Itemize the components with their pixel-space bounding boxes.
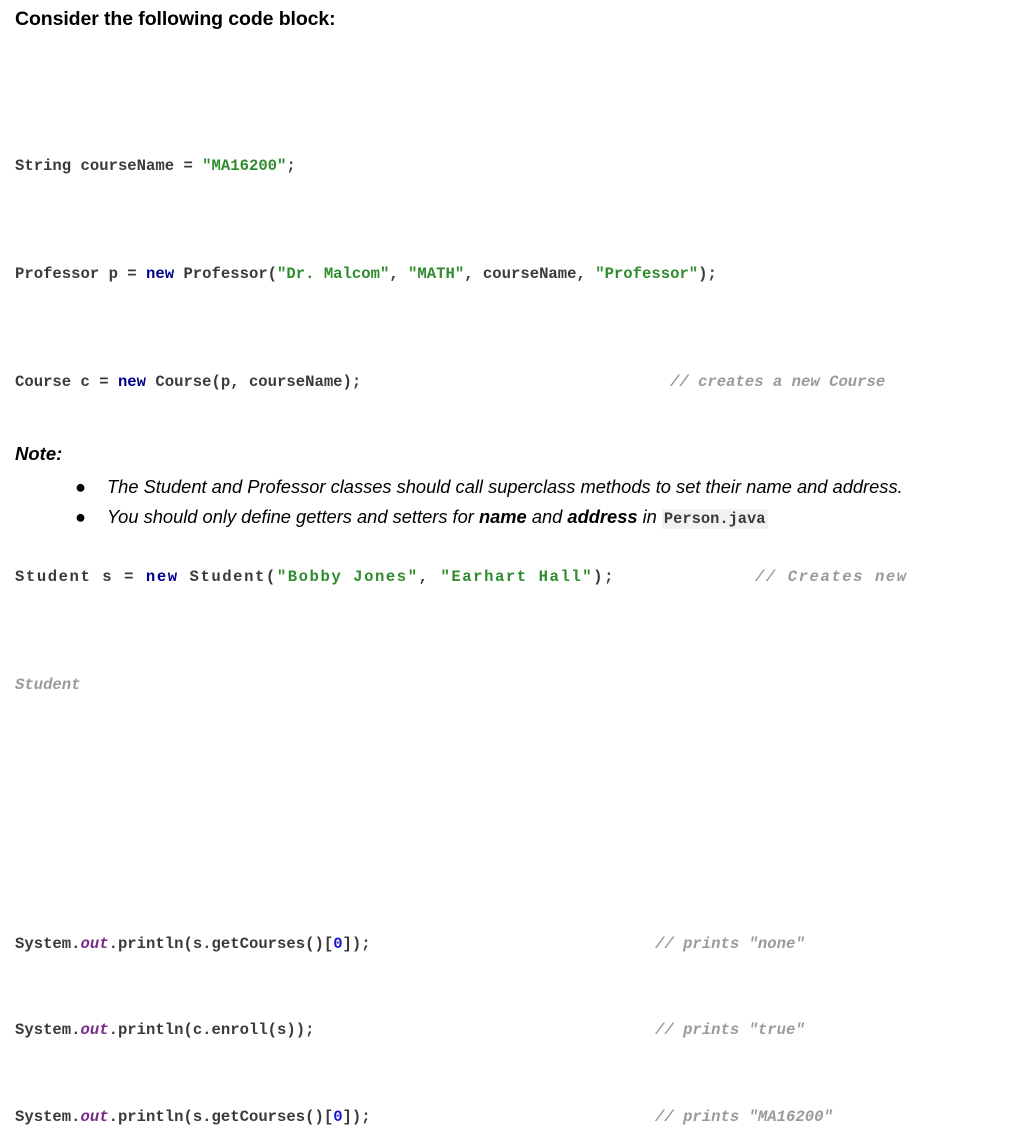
code-token-a: Student s = [15,567,146,586]
code-line-3: Course c = new Course(p, courseName); // … [15,372,1015,394]
code-token-field-out: out [80,1021,109,1040]
note-item-text-2: and [526,506,568,527]
page-root: { "heading": "Consider the following cod… [0,0,1024,1126]
code-token-string-title: "Professor" [595,265,699,284]
code-token-d: , courseName, [464,265,596,284]
code-token-b: Course(p, courseName); [146,373,362,392]
code-line-print-3: System.out.println(s.getCourses()[0]); //… [15,1107,1015,1129]
code-block: String courseName = "MA16200"; Professor… [15,70,1015,1146]
code-token-keyword-new: new [146,265,175,284]
code-token-field-out: out [80,1107,109,1126]
code-comment: // creates a new Course [670,373,886,392]
code-token-var: courseName = [80,157,203,176]
bullet-icon: ● [75,476,87,497]
code-token-string-student-name: "Bobby Jones" [276,567,419,586]
code-comment: // prints "none" [655,934,805,953]
code-token-b: Student( [178,567,277,586]
code-token-system: System. [15,1107,81,1126]
code-token-string-name: "Dr. Malcom" [277,265,390,284]
inline-code-person-java: Person.java [661,509,768,529]
code-token-c: , [389,265,409,284]
code-comment: // Creates new [755,567,908,586]
note-list-item: ● You should only define getters and sett… [15,502,1020,534]
note-title: Note: [15,443,63,464]
code-token-tail: ]); [342,1107,371,1126]
code-token-string: "MA16200" [202,157,287,176]
code-token-call: .println(s.getCourses()[ [108,934,334,953]
code-line-4: Student s = new Student("Bobby Jones", "… [15,567,1015,589]
note-emphasis-name: name [478,506,527,527]
code-token-string-dept: "MATH" [408,265,465,284]
code-line-print-2: System.out.println(c.enroll(s)); // print… [15,1020,1015,1042]
code-token-keyword-new: new [145,567,179,586]
note-item-text: You should only define getters and sette… [107,506,479,527]
note-list: ● The Student and Professor classes shoul… [15,472,1020,534]
code-token-keyword-new: new [117,373,147,392]
note-emphasis-address: address [567,506,638,527]
code-line-print-1: System.out.println(s.getCourses()[0]); //… [15,934,1015,956]
code-token-number: 0 [333,1107,343,1126]
code-token-system: System. [15,934,81,953]
code-line-4-comment-continued: Student [15,675,1015,697]
code-token-string-address: "Earhart Hall" [440,567,594,586]
note-item-text: The Student and Professor classes should… [107,476,903,497]
code-token-call: .println(s.getCourses()[ [108,1107,334,1126]
code-token-call: .println(c.enroll(s)); [108,1021,315,1040]
code-token-system: System. [15,1021,81,1040]
code-line-2: Professor p = new Professor("Dr. Malcom"… [15,264,1015,286]
note-section: Note: ● The Student and Professor classes… [15,442,1020,534]
code-comment: // prints "MA16200" [655,1107,833,1126]
code-line-1: String courseName = "MA16200"; [15,156,1015,178]
code-token-d: ); [593,567,615,586]
code-token-b: Professor( [174,265,278,284]
code-token-a: Professor p = [15,265,147,284]
code-token-e: ); [698,265,717,284]
page-title: Consider the following code block: [15,8,336,30]
code-comment-continued: Student [15,675,81,694]
code-token-a: Course c = [15,373,118,392]
code-token-type: String [15,157,81,176]
code-token-field-out: out [80,934,109,953]
bullet-icon: ● [75,506,87,527]
code-token-end: ; [286,157,296,176]
code-token-c: , [418,567,441,586]
note-item-text-3: in [637,506,662,527]
code-token-tail: ]); [342,934,371,953]
note-list-item: ● The Student and Professor classes shoul… [15,472,1020,502]
code-comment: // prints "true" [655,1021,805,1040]
code-token-number: 0 [333,934,343,953]
